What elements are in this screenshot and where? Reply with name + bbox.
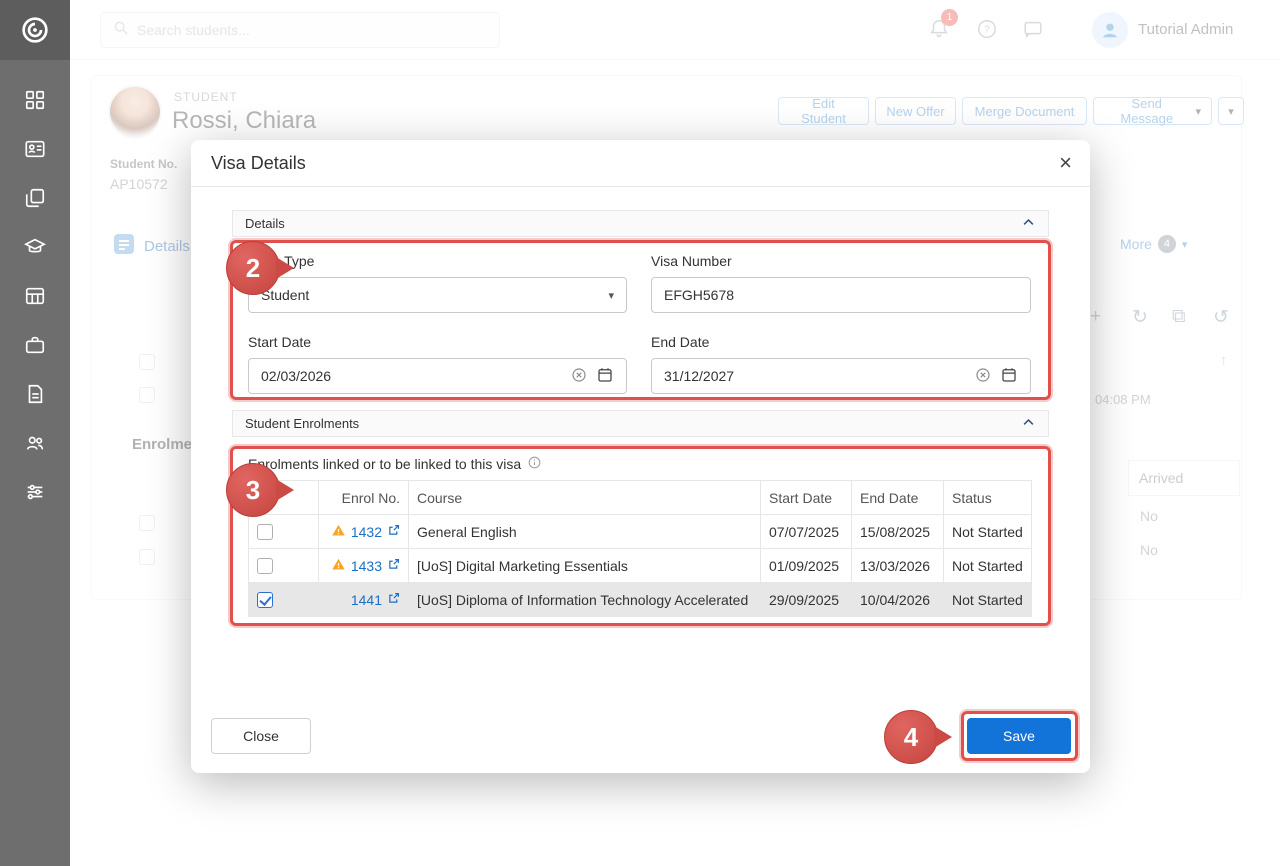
end-date-label: End Date — [651, 334, 709, 350]
end-date-cell: 10/04/2026 — [852, 583, 944, 617]
annotation-step-4: 4 — [884, 710, 938, 764]
tables-icon[interactable] — [24, 285, 46, 307]
enrolments-table: Enrol No. Course Start Date End Date Sta… — [248, 480, 1032, 617]
modal-title: Visa Details — [211, 153, 306, 174]
documents-icon[interactable] — [24, 187, 46, 209]
enrolments-section-header[interactable]: Student Enrolments — [232, 410, 1049, 437]
col-enrol-no[interactable]: Enrol No. — [319, 481, 409, 515]
start-date-input[interactable]: 02/03/2026 — [248, 358, 627, 394]
chevron-up-icon[interactable] — [1021, 415, 1036, 433]
calendar-icon[interactable] — [596, 366, 614, 387]
app-root: 1 ? Tutorial Admin STUDENT Rossi, Chiara… — [0, 0, 1280, 866]
visa-details-modal: Visa Details × Details *Visa Type Visa N… — [191, 140, 1090, 773]
contacts-icon[interactable] — [24, 138, 46, 160]
people-icon[interactable] — [24, 432, 46, 454]
table-row[interactable]: 1441 [UoS] Diploma of Information Techno… — [249, 583, 1032, 617]
enrol-no-link[interactable]: 1433 — [351, 558, 382, 574]
visa-number-input[interactable]: EFGH5678 — [651, 277, 1031, 313]
briefcase-icon[interactable] — [24, 334, 46, 356]
calendar-icon[interactable] — [1000, 366, 1018, 387]
row-checkbox[interactable] — [257, 558, 273, 574]
annotation-step-3: 3 — [226, 463, 280, 517]
end-date-cell: 15/08/2025 — [852, 515, 944, 549]
row-checkbox[interactable] — [257, 524, 273, 540]
clear-icon[interactable] — [570, 366, 588, 387]
chevron-up-icon[interactable] — [1021, 215, 1036, 233]
col-status[interactable]: Status — [944, 481, 1032, 515]
courses-icon[interactable] — [24, 236, 46, 258]
caret-down-icon: ▾ — [608, 289, 614, 302]
visa-number-label: Visa Number — [651, 253, 732, 269]
table-header-row: Enrol No. Course Start Date End Date Sta… — [249, 481, 1032, 515]
details-section-header[interactable]: Details — [232, 210, 1049, 237]
info-icon[interactable] — [527, 455, 542, 473]
warning-icon — [331, 523, 346, 541]
external-link-icon[interactable] — [387, 592, 400, 608]
course-cell: [UoS] Digital Marketing Essentials — [409, 549, 761, 583]
course-cell: [UoS] Diploma of Information Technology … — [409, 583, 761, 617]
invoice-icon[interactable] — [24, 383, 46, 405]
close-icon[interactable]: × — [1059, 152, 1072, 174]
visa-type-select[interactable]: Student ▾ — [248, 277, 627, 313]
status-cell: Not Started — [944, 515, 1032, 549]
enrol-no-link[interactable]: 1441 — [351, 592, 382, 608]
start-date-cell: 29/09/2025 — [761, 583, 852, 617]
table-row[interactable]: 1433 [UoS] Digital Marketing Essentials … — [249, 549, 1032, 583]
col-start-date[interactable]: Start Date — [761, 481, 852, 515]
sliders-icon[interactable] — [24, 481, 46, 503]
annotation-step-2: 2 — [226, 241, 280, 295]
app-logo[interactable] — [0, 0, 70, 60]
modal-header: Visa Details × — [191, 140, 1090, 187]
col-end-date[interactable]: End Date — [852, 481, 944, 515]
row-checkbox[interactable] — [257, 592, 273, 608]
status-cell: Not Started — [944, 583, 1032, 617]
external-link-icon[interactable] — [387, 558, 400, 574]
col-course[interactable]: Course — [409, 481, 761, 515]
course-cell: General English — [409, 515, 761, 549]
start-date-cell: 07/07/2025 — [761, 515, 852, 549]
warning-icon — [331, 557, 346, 575]
close-button[interactable]: Close — [211, 718, 311, 754]
status-cell: Not Started — [944, 549, 1032, 583]
external-link-icon[interactable] — [387, 524, 400, 540]
dashboard-icon[interactable] — [24, 89, 46, 111]
table-row[interactable]: 1432 General English 07/07/2025 15/08/20… — [249, 515, 1032, 549]
start-date-label: Start Date — [248, 334, 311, 350]
start-date-cell: 01/09/2025 — [761, 549, 852, 583]
save-button[interactable]: Save — [967, 718, 1071, 754]
enrolments-caption: Enrolments linked or to be linked to thi… — [248, 455, 542, 473]
end-date-input[interactable]: 31/12/2027 — [651, 358, 1031, 394]
enrol-no-link[interactable]: 1432 — [351, 524, 382, 540]
sidebar — [0, 0, 70, 866]
clear-icon[interactable] — [974, 366, 992, 387]
end-date-cell: 13/03/2026 — [852, 549, 944, 583]
